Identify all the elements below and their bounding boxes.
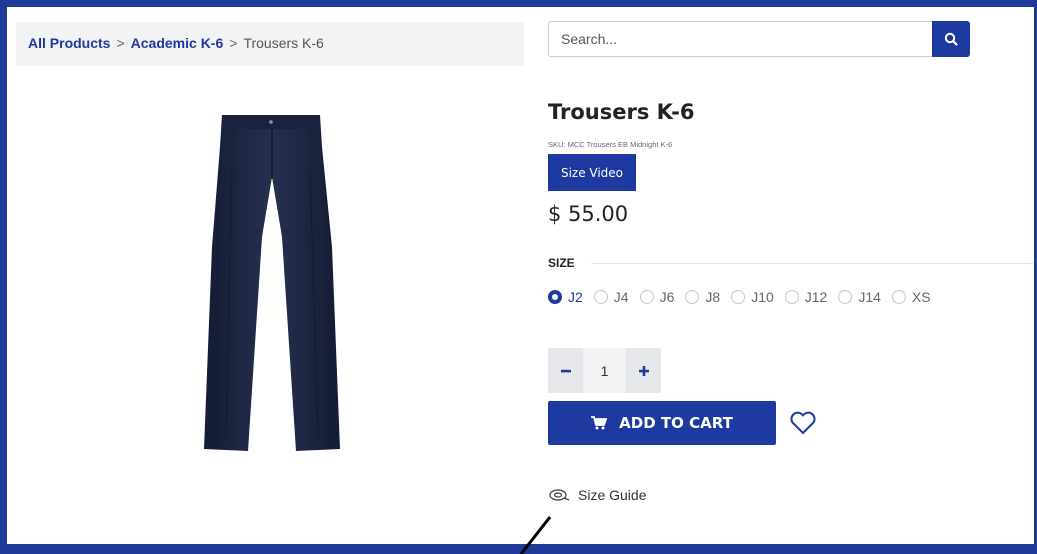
size-option-j8[interactable]: J8 [685, 289, 720, 305]
breadcrumb-current: Trousers K-6 [243, 35, 324, 51]
quantity-value[interactable]: 1 [583, 363, 626, 379]
plus-icon [638, 365, 649, 376]
quantity-decrease-button[interactable] [548, 348, 583, 393]
size-option-j4[interactable]: J4 [593, 289, 629, 305]
size-guide-label: Size Guide [578, 487, 647, 503]
size-option-j12[interactable]: J12 [784, 289, 828, 305]
radio-icon[interactable] [685, 290, 700, 304]
size-option-j2[interactable]: J2 [548, 289, 583, 305]
size-option-label: J14 [858, 289, 881, 305]
size-options: J2 J4 J6 J8 J10 J12 J14 XS [548, 289, 942, 305]
size-option-label: J6 [659, 289, 675, 305]
cart-icon [591, 416, 608, 430]
radio-icon[interactable] [731, 290, 746, 304]
breadcrumb-separator: > [116, 35, 125, 51]
size-label: SIZE [548, 256, 575, 270]
breadcrumb-link-academic[interactable]: Academic K-6 [131, 35, 224, 51]
size-option-xs[interactable]: XS [891, 289, 931, 305]
tape-measure-icon [549, 489, 570, 501]
quantity-increase-button[interactable] [626, 348, 661, 393]
quantity-stepper: 1 [548, 348, 661, 393]
size-option-j6[interactable]: J6 [639, 289, 675, 305]
size-video-button[interactable]: Size Video [548, 154, 636, 191]
search-icon [944, 32, 958, 46]
breadcrumb: All Products > Academic K-6 > Trousers K-6 [16, 22, 524, 66]
size-option-j14[interactable]: J14 [838, 289, 881, 305]
search-input[interactable] [548, 21, 932, 57]
size-divider [591, 263, 1034, 264]
add-to-cart-button[interactable]: ADD TO CART [548, 401, 776, 445]
minus-icon [560, 369, 571, 372]
size-option-label: J2 [568, 289, 583, 305]
breadcrumb-link-all-products[interactable]: All Products [28, 35, 110, 51]
size-option-label: J8 [705, 289, 721, 305]
product-price: $ 55.00 [548, 202, 629, 226]
add-to-cart-label: ADD TO CART [619, 414, 733, 432]
radio-icon[interactable] [593, 290, 608, 304]
size-option-label: XS [911, 289, 931, 305]
radio-icon[interactable] [639, 290, 654, 304]
pen-stroke [519, 516, 552, 554]
radio-icon[interactable] [891, 290, 906, 304]
search-bar [548, 21, 970, 57]
product-image [204, 115, 340, 451]
product-title: Trousers K-6 [548, 100, 695, 124]
radio-icon[interactable] [838, 290, 853, 304]
heart-icon[interactable] [789, 411, 817, 435]
radio-icon[interactable] [548, 290, 562, 304]
breadcrumb-separator: > [229, 35, 238, 51]
size-option-label: J4 [613, 289, 629, 305]
size-option-j10[interactable]: J10 [731, 289, 774, 305]
page-frame: All Products > Academic K-6 > Trousers K-6 T… [7, 7, 1034, 544]
search-button[interactable] [932, 21, 970, 57]
radio-icon[interactable] [784, 290, 799, 304]
product-sku: SKU: MCC Trousers EB Midnight K-6 [548, 140, 673, 149]
size-option-label: J10 [751, 289, 774, 305]
size-guide-link[interactable]: Size Guide [548, 487, 646, 503]
size-option-label: J12 [804, 289, 828, 305]
